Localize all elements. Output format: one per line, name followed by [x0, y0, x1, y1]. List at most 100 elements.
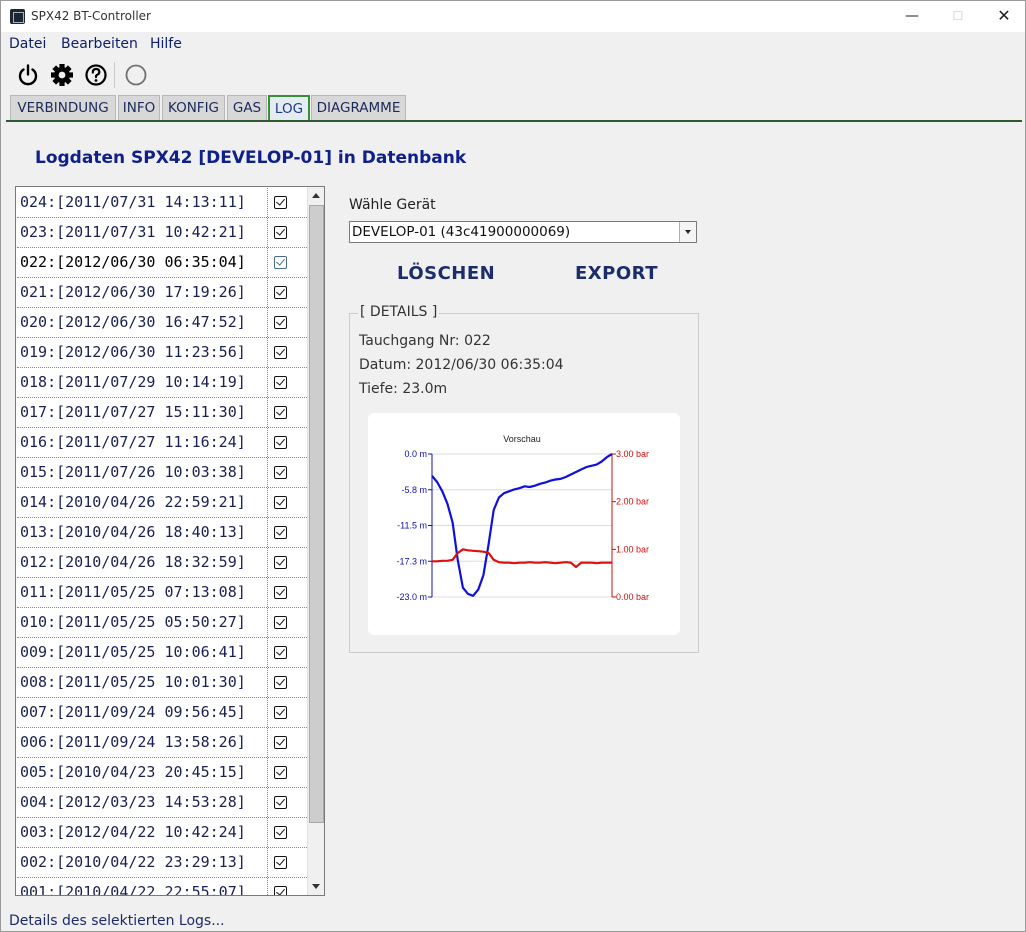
- delete-button[interactable]: LÖSCHEN: [397, 263, 495, 291]
- log-entry-label: 022:[2012/06/30 06:35:04]: [18, 248, 268, 277]
- log-checkbox[interactable]: [274, 376, 287, 389]
- toolbar: [1, 58, 1025, 92]
- log-row[interactable]: 018:[2011/07/29 10:14:19]: [17, 368, 307, 398]
- log-row[interactable]: 019:[2012/06/30 11:23:56]: [17, 338, 307, 368]
- app-icon: [10, 9, 25, 24]
- log-row[interactable]: 021:[2012/06/30 17:19:26]: [17, 278, 307, 308]
- tab-gas[interactable]: GAS: [227, 95, 267, 121]
- log-checkbox[interactable]: [274, 646, 287, 659]
- maximize-button[interactable]: ☐: [935, 1, 981, 32]
- log-list[interactable]: 024:[2011/07/31 14:13:11] 023:[2011/07/31…: [15, 186, 325, 896]
- power-button[interactable]: [14, 61, 42, 89]
- chevron-down-icon[interactable]: [679, 222, 696, 242]
- log-entry-label: 013:[2010/04/26 18:40:13]: [18, 518, 268, 547]
- log-entry-label: 008:[2011/05/25 10:01:30]: [18, 668, 268, 697]
- log-row[interactable]: 012:[2010/04/26 18:32:59]: [17, 548, 307, 578]
- log-checkbox[interactable]: [274, 196, 287, 209]
- log-checkbox[interactable]: [274, 226, 287, 239]
- log-entry-label: 006:[2011/09/24 13:58:26]: [18, 728, 268, 757]
- log-row[interactable]: 010:[2011/05/25 05:50:27]: [17, 608, 307, 638]
- preview-chart: Vorschau 0.0 m -5.8 m -11.5 m -17.3 m -23.0 m…: [368, 413, 680, 635]
- log-list-scrollbar[interactable]: [307, 187, 324, 895]
- settings-button[interactable]: [48, 61, 76, 89]
- log-row[interactable]: 001:[2010/04/22 22:55:07]: [17, 878, 307, 895]
- log-entry-label: 003:[2012/04/22 10:42:24]: [18, 818, 268, 847]
- log-checkbox[interactable]: [274, 316, 287, 329]
- device-select[interactable]: DEVELOP-01 (43c41900000069): [349, 221, 697, 243]
- left-tick-label: -23.0 m: [396, 592, 427, 602]
- log-row[interactable]: 007:[2011/09/24 09:56:45]: [17, 698, 307, 728]
- log-row[interactable]: 011:[2011/05/25 07:13:08]: [17, 578, 307, 608]
- log-checkbox[interactable]: [274, 586, 287, 599]
- log-checkbox[interactable]: [274, 406, 287, 419]
- log-checkbox[interactable]: [274, 556, 287, 569]
- chart-title: Vorschau: [503, 434, 541, 444]
- log-row[interactable]: 013:[2010/04/26 18:40:13]: [17, 518, 307, 548]
- log-row[interactable]: 008:[2011/05/25 10:01:30]: [17, 668, 307, 698]
- log-row[interactable]: 002:[2010/04/22 23:29:13]: [17, 848, 307, 878]
- log-row[interactable]: 004:[2012/03/23 14:53:28]: [17, 788, 307, 818]
- status-indicator: [122, 61, 150, 89]
- log-entry-label: 014:[2010/04/26 22:59:21]: [18, 488, 268, 517]
- left-tick-label: -11.5 m: [397, 521, 427, 531]
- device-select-value: DEVELOP-01 (43c41900000069): [352, 224, 571, 240]
- log-entry-label: 016:[2011/07/27 11:16:24]: [18, 428, 268, 457]
- tab-verbindung[interactable]: VERBINDUNG: [10, 95, 116, 121]
- log-entry-label: 017:[2011/07/27 15:11:30]: [18, 398, 268, 427]
- dive-date: Datum: 2012/06/30 06:35:04: [359, 357, 564, 373]
- log-checkbox[interactable]: [274, 766, 287, 779]
- log-checkbox[interactable]: [274, 616, 287, 629]
- help-button[interactable]: [82, 61, 110, 89]
- right-tick-label: 1.00 bar: [616, 544, 649, 554]
- close-button[interactable]: ✕: [981, 1, 1026, 32]
- log-checkbox[interactable]: [274, 886, 287, 895]
- log-checkbox[interactable]: [274, 736, 287, 749]
- log-row[interactable]: 009:[2011/05/25 10:06:41]: [17, 638, 307, 668]
- log-checkbox[interactable]: [274, 856, 287, 869]
- log-checkbox[interactable]: [274, 286, 287, 299]
- page-title: Logdaten SPX42 [DEVELOP-01] in Datenbank: [35, 148, 467, 168]
- log-entry-label: 021:[2012/06/30 17:19:26]: [18, 278, 268, 307]
- log-row[interactable]: 015:[2011/07/26 10:03:38]: [17, 458, 307, 488]
- log-checkbox[interactable]: [274, 676, 287, 689]
- menu-datei[interactable]: Datei: [9, 36, 46, 52]
- scroll-thumb[interactable]: [309, 205, 324, 823]
- title-bar: SPX42 BT-Controller — ☐ ✕: [1, 1, 1025, 32]
- log-entry-label: 023:[2011/07/31 10:42:21]: [18, 218, 268, 247]
- tab-konfig[interactable]: KONFIG: [162, 95, 225, 121]
- minimize-button[interactable]: —: [889, 1, 935, 32]
- device-label: Wähle Gerät: [349, 197, 436, 213]
- tab-diagramme[interactable]: DIAGRAMME: [311, 95, 406, 121]
- export-button[interactable]: EXPORT: [575, 263, 658, 291]
- log-row[interactable]: 024:[2011/07/31 14:13:11]: [17, 188, 307, 218]
- menu-bearbeiten[interactable]: Bearbeiten: [61, 36, 138, 52]
- log-checkbox[interactable]: [274, 436, 287, 449]
- log-row[interactable]: 016:[2011/07/27 11:16:24]: [17, 428, 307, 458]
- log-entry-label: 012:[2010/04/26 18:32:59]: [18, 548, 268, 577]
- log-checkbox[interactable]: [274, 256, 287, 269]
- log-entry-label: 009:[2011/05/25 10:06:41]: [18, 638, 268, 667]
- log-entry-label: 011:[2011/05/25 07:13:08]: [18, 578, 268, 607]
- log-checkbox[interactable]: [274, 526, 287, 539]
- log-row[interactable]: 022:[2012/06/30 06:35:04]: [17, 248, 307, 278]
- log-checkbox[interactable]: [274, 706, 287, 719]
- menu-hilfe[interactable]: Hilfe: [150, 36, 182, 52]
- log-checkbox[interactable]: [274, 796, 287, 809]
- log-row[interactable]: 017:[2011/07/27 15:11:30]: [17, 398, 307, 428]
- log-entry-label: 015:[2011/07/26 10:03:38]: [18, 458, 268, 487]
- tab-info[interactable]: INFO: [118, 95, 160, 121]
- log-row[interactable]: 020:[2012/06/30 16:47:52]: [17, 308, 307, 338]
- log-checkbox[interactable]: [274, 346, 287, 359]
- scroll-down-button[interactable]: [308, 878, 324, 895]
- log-row[interactable]: 006:[2011/09/24 13:58:26]: [17, 728, 307, 758]
- log-row[interactable]: 003:[2012/04/22 10:42:24]: [17, 818, 307, 848]
- log-row[interactable]: 014:[2010/04/26 22:59:21]: [17, 488, 307, 518]
- scroll-up-button[interactable]: [308, 187, 324, 204]
- log-checkbox[interactable]: [274, 826, 287, 839]
- tab-log[interactable]: LOG: [268, 95, 310, 121]
- log-checkbox[interactable]: [274, 496, 287, 509]
- log-row[interactable]: 005:[2010/04/23 20:45:15]: [17, 758, 307, 788]
- log-row[interactable]: 023:[2011/07/31 10:42:21]: [17, 218, 307, 248]
- gear-icon: [51, 64, 73, 86]
- log-checkbox[interactable]: [274, 466, 287, 479]
